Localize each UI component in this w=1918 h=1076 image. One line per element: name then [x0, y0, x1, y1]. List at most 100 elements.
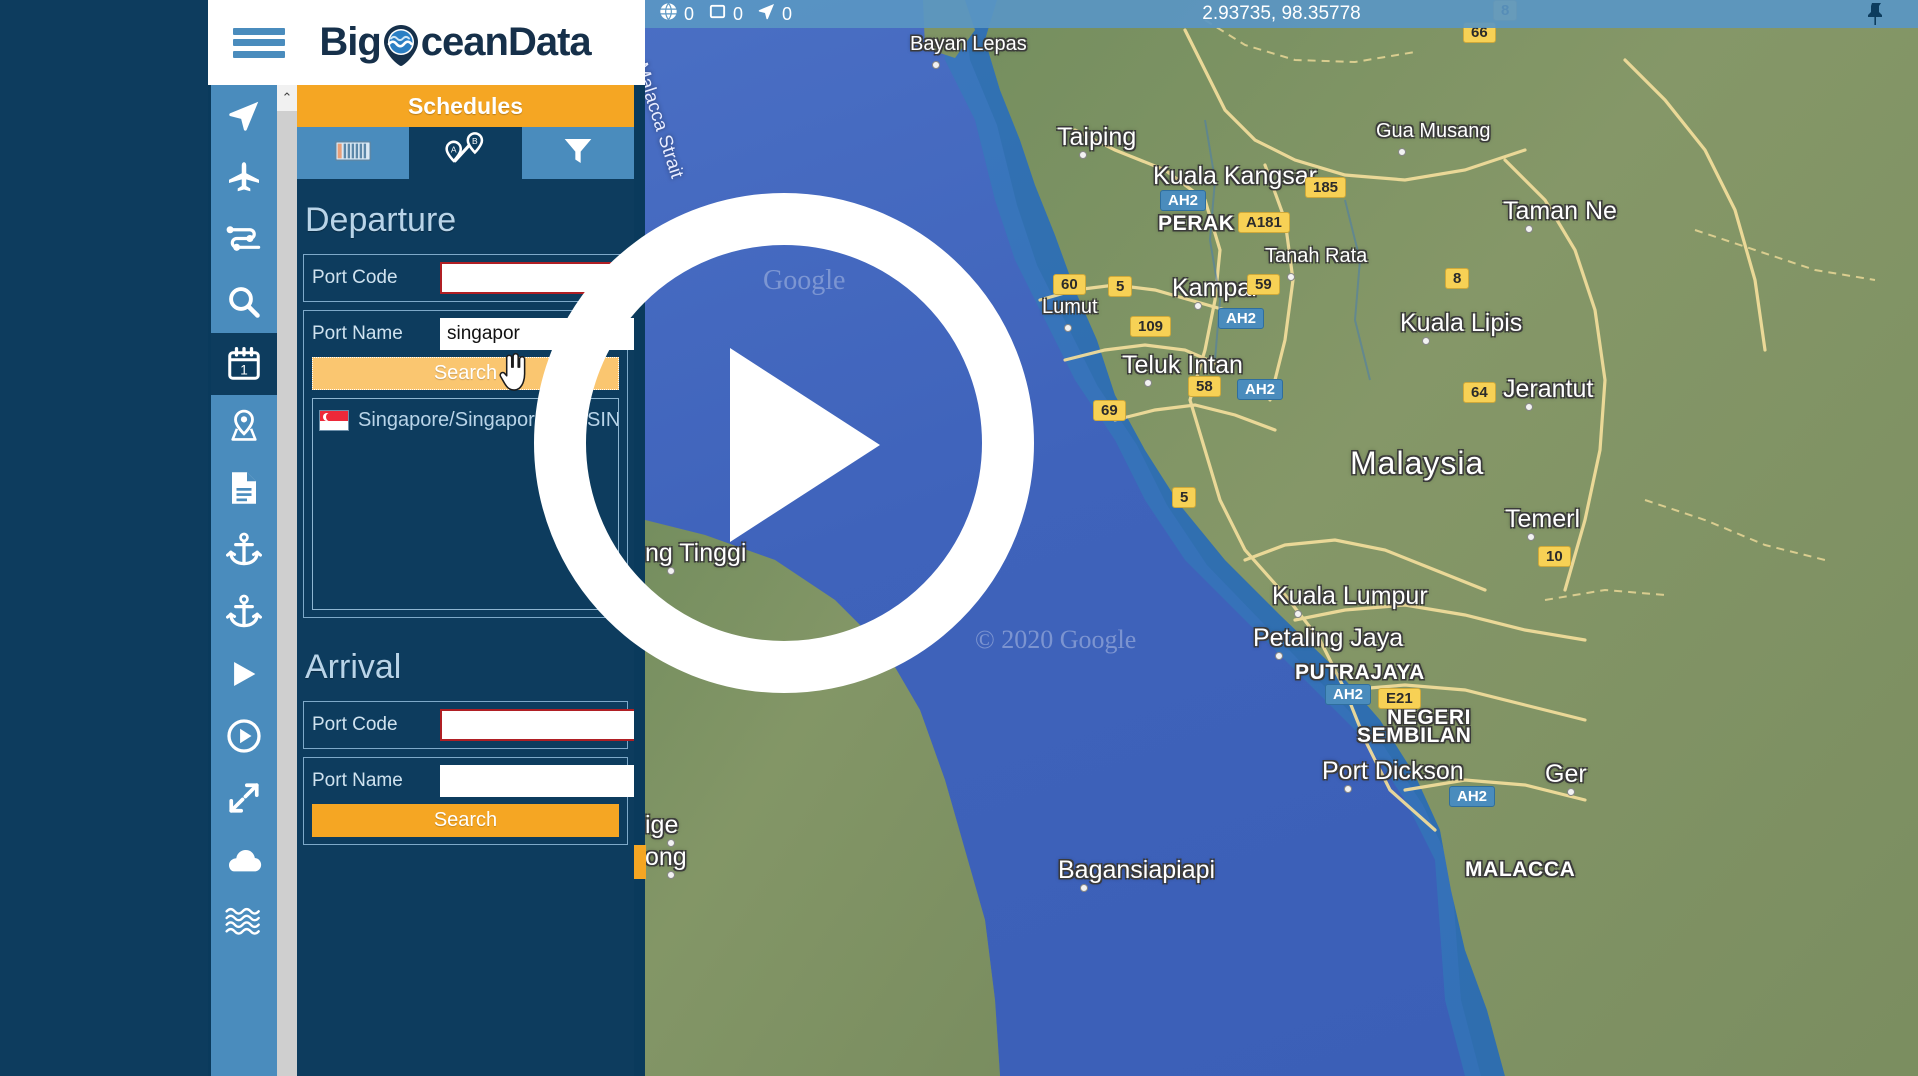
sidebar-item-areas[interactable] — [211, 395, 277, 457]
panel-accent-sliver — [634, 845, 646, 879]
navigation-arrow-icon — [226, 98, 262, 134]
app-header: Big cean Data — [208, 0, 645, 85]
map-pin-area-icon — [225, 409, 263, 443]
status-areas-group[interactable]: 0 — [708, 2, 743, 26]
map-city-dot — [667, 839, 675, 847]
sidebar-item-search[interactable] — [211, 271, 277, 333]
globe-icon — [659, 2, 678, 26]
sidebar-item-live-tracking[interactable] — [211, 85, 277, 147]
departure-port-code-label: Port Code — [312, 267, 398, 288]
land-layer — [645, 0, 1918, 1076]
rectangle-icon — [708, 2, 727, 26]
arrival-port-code-box: Port Code — [303, 701, 634, 749]
anchor-icon — [226, 594, 262, 630]
container-icon — [333, 136, 373, 171]
expand-arrows-icon — [227, 781, 261, 815]
arrival-heading: Arrival — [305, 648, 402, 686]
map-road-shield: 59 — [1247, 274, 1280, 295]
airplane-icon — [226, 160, 262, 196]
map-attribution-secondary: Google — [763, 265, 846, 296]
sidebar-item-ports[interactable] — [211, 519, 277, 581]
departure-port-code-box: Port Code — [303, 254, 634, 302]
navigation-arrow-icon — [757, 2, 776, 26]
map-city-dot — [1275, 652, 1283, 660]
map-viewport[interactable]: Malacca Strait © 2020 Google Google Baya… — [645, 0, 1918, 1076]
sidebar-item-weather[interactable] — [211, 829, 277, 891]
hamburger-icon[interactable] — [233, 23, 285, 63]
map-road-shield: 109 — [1130, 316, 1172, 337]
flag-singapore-icon — [319, 410, 349, 431]
departure-heading: Departure — [305, 201, 457, 239]
list-item-label: Singapore/Singapore (SGSIN) — [358, 409, 619, 431]
svg-text:B: B — [473, 135, 479, 145]
cloud-icon — [224, 845, 264, 875]
tab-filter[interactable] — [521, 127, 634, 179]
sidebar-item-port-calls[interactable] — [211, 581, 277, 643]
departure-port-code-input[interactable] — [440, 262, 634, 294]
map-road-shield: AH2 — [1325, 684, 1372, 705]
map-city-dot — [1344, 785, 1352, 793]
sidebar-item-schedules[interactable]: 1 — [211, 333, 277, 395]
schedules-panel: Schedules A B Departure Port Code Port N… — [297, 85, 634, 1076]
route-filter-icon — [225, 223, 263, 257]
waves-icon — [224, 906, 264, 938]
status-tracks-group[interactable]: 0 — [757, 2, 792, 26]
departure-port-name-input[interactable] — [440, 318, 634, 350]
tab-port-to-port[interactable]: A B — [409, 127, 522, 179]
map-road-shield: 64 — [1463, 382, 1496, 403]
left-background-gutter — [0, 0, 208, 1076]
document-icon — [227, 470, 261, 506]
map-city-dot — [1294, 610, 1302, 618]
sidebar-scrollbar[interactable]: ⌃ — [277, 85, 297, 1076]
map-coordinates: 2.93735, 98.35778 — [1202, 3, 1361, 24]
arrival-port-name-input[interactable] — [440, 765, 634, 797]
panel-title: Schedules — [297, 85, 634, 127]
arrival-port-code-label: Port Code — [312, 714, 398, 735]
search-icon — [226, 284, 262, 320]
sidebar-item-fullscreen[interactable] — [211, 767, 277, 829]
list-item[interactable]: Singapore/Singapore (SGSIN) — [319, 407, 618, 434]
map-city-dot — [1422, 337, 1430, 345]
logo-text-part2: cean — [420, 20, 509, 64]
logo-text: Big cean Data — [319, 20, 592, 66]
map-attribution: © 2020 Google — [975, 625, 1137, 654]
map-city-dot — [1287, 273, 1295, 281]
map-road-shield: AH2 — [1218, 308, 1265, 329]
map-road-shield: E21 — [1378, 688, 1421, 709]
status-cursor-count: 0 — [782, 3, 793, 24]
sidebar-item-reports[interactable] — [211, 457, 277, 519]
map-road-shield: AH2 — [1237, 379, 1284, 400]
pushpin-icon[interactable] — [1864, 2, 1886, 31]
panel-tabs: A B — [297, 127, 634, 179]
app-logo[interactable]: Big cean Data — [285, 20, 625, 66]
scroll-up-button[interactable]: ⌃ — [277, 85, 297, 111]
departure-results-list[interactable]: Singapore/Singapore (SGSIN) — [312, 398, 619, 610]
arrival-port-name-label: Port Name — [312, 770, 403, 791]
map-city-dot — [1567, 788, 1575, 796]
sidebar-item-replay[interactable] — [211, 705, 277, 767]
arrival-port-code-input[interactable] — [440, 709, 634, 741]
play-circle-icon — [226, 718, 262, 754]
departure-port-name-label: Port Name — [312, 323, 403, 344]
hamburger-bar — [233, 50, 285, 58]
status-vessels-group[interactable]: 0 — [659, 2, 694, 26]
map-road-shield: 5 — [1172, 487, 1197, 508]
calendar-icon: 1 — [226, 346, 262, 382]
map-road-shield: A181 — [1238, 212, 1290, 233]
departure-port-name-box: Port Name Search Singapore/Singapore (SG… — [303, 310, 634, 618]
sidebar-item-playback[interactable] — [211, 643, 277, 705]
hamburger-bar — [233, 39, 285, 46]
sidebar-item-flights[interactable] — [211, 147, 277, 209]
map-city-dot — [1398, 148, 1406, 156]
svg-text:A: A — [451, 144, 457, 154]
sidebar-item-routes[interactable] — [211, 209, 277, 271]
map-road-shield: 60 — [1053, 274, 1086, 295]
map-city-dot — [1080, 884, 1088, 892]
map-city-dot — [1144, 379, 1152, 387]
tab-container[interactable] — [297, 127, 410, 179]
arrival-search-button[interactable]: Search — [312, 804, 619, 837]
departure-search-button[interactable]: Search — [312, 357, 619, 390]
status-square-count: 0 — [733, 3, 744, 24]
map-city-dot — [1064, 324, 1072, 332]
sidebar-item-sea-state[interactable] — [211, 891, 277, 953]
